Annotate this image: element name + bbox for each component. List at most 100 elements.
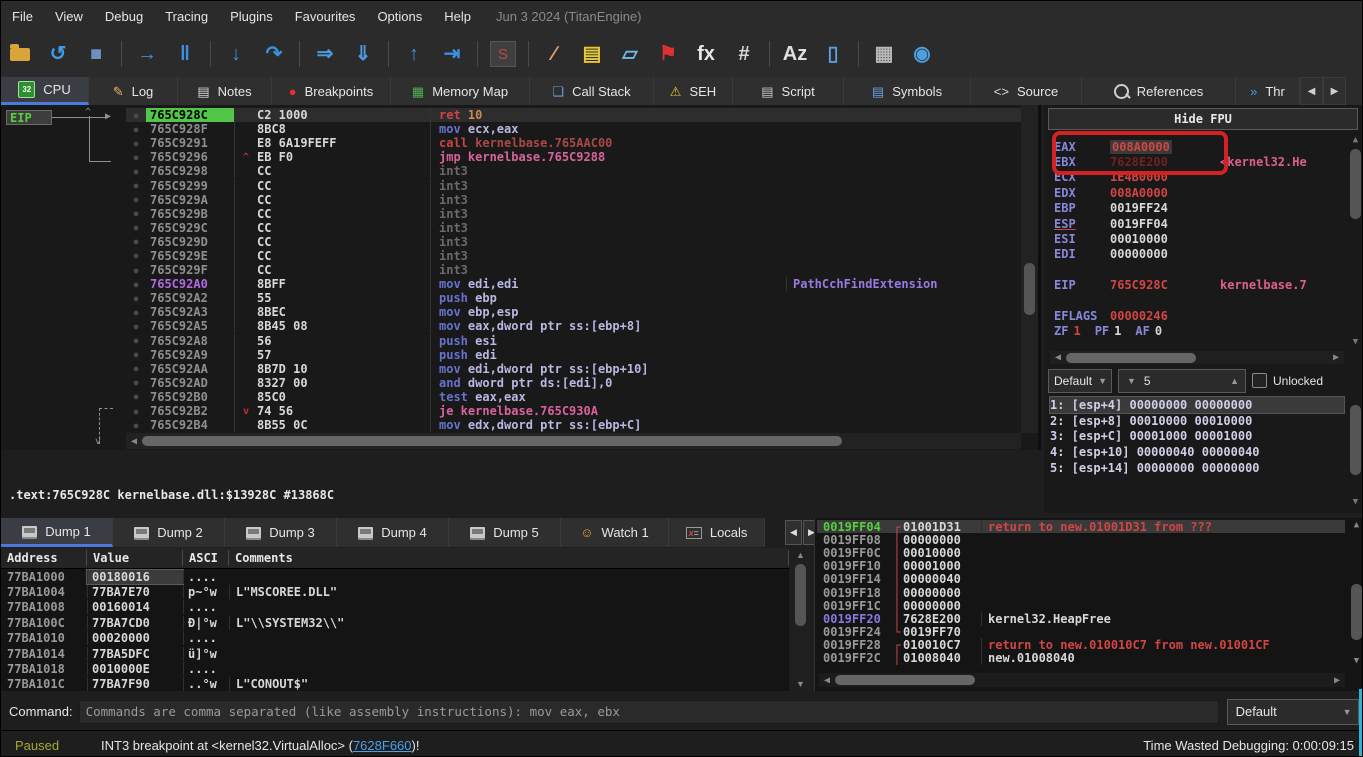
breakpoint-dot-icon[interactable]: ● bbox=[126, 209, 146, 218]
open-file-button[interactable] bbox=[3, 37, 37, 71]
disasm-row[interactable]: ●765C929ECCint3 bbox=[126, 249, 1023, 263]
stack-row[interactable]: 0019FF04┌01001D31return to new.01001D31 … bbox=[817, 520, 1345, 533]
breakpoint-dot-icon[interactable]: ● bbox=[126, 336, 146, 345]
run-button[interactable]: → bbox=[130, 37, 164, 71]
scroll-left-icon[interactable]: ◀ bbox=[126, 436, 142, 447]
script-toggle-button[interactable]: S bbox=[486, 37, 520, 71]
scroll-thumb[interactable] bbox=[1024, 263, 1035, 315]
breakpoint-dot-icon[interactable]: ● bbox=[126, 181, 146, 190]
patch-button[interactable]: ∕ bbox=[537, 37, 571, 71]
stack-row[interactable]: 0019FF24└0019FF70 bbox=[817, 626, 1345, 639]
arg-count-spinner[interactable]: ▼ 5 ▲ bbox=[1118, 369, 1246, 393]
spinner-down-icon[interactable]: ▼ bbox=[1119, 376, 1144, 386]
disasm-row[interactable]: ●765C9296^EB F0jmp kernelbase.765C9288 bbox=[126, 150, 1023, 164]
disasm-row[interactable]: ●765C928CC2 1000ret 10 bbox=[126, 108, 1023, 122]
breakpoint-dot-icon[interactable]: ● bbox=[126, 266, 146, 275]
hash-button[interactable]: # bbox=[727, 37, 761, 71]
tab-thr[interactable]: »Thr bbox=[1236, 77, 1300, 105]
breakpoint-dot-icon[interactable]: ● bbox=[126, 364, 146, 373]
stack-row[interactable]: 0019FF1C│00000000 bbox=[817, 599, 1345, 612]
tab-dump-5[interactable]: Dump 5 bbox=[449, 518, 561, 547]
disasm-row[interactable]: ●765C92B2v74 56je kernelbase.765C930A bbox=[126, 404, 1023, 418]
dump-row[interactable]: 77BA101000020000.... bbox=[1, 631, 789, 646]
menu-tracing[interactable]: Tracing bbox=[154, 9, 219, 24]
stack-row[interactable]: 0019FF0C│00010000 bbox=[817, 546, 1345, 559]
menu-options[interactable]: Options bbox=[366, 9, 433, 24]
disasm-row[interactable]: ●765C92A58B45 08mov eax,dword ptr ss:[eb… bbox=[126, 319, 1023, 333]
scroll-thumb[interactable] bbox=[795, 564, 806, 626]
disasm-row[interactable]: ●765C92A856push esi bbox=[126, 334, 1023, 348]
disasm-row[interactable]: ●765C929ACCint3 bbox=[126, 193, 1023, 207]
command-profile-dropdown[interactable]: Default ▼ bbox=[1227, 699, 1359, 725]
registers-vscrollbar[interactable]: ▲ ▼ bbox=[1349, 135, 1362, 347]
dump-row[interactable]: 77BA101C77BA7F90..°wL"CONOUT$" bbox=[1, 677, 789, 691]
tabs-scroll-right[interactable]: ▶ bbox=[1323, 77, 1346, 105]
tab-breakpoints[interactable]: ●Breakpoints bbox=[272, 77, 391, 105]
scroll-right-icon[interactable]: ▶ bbox=[1329, 675, 1345, 686]
breakpoint-dot-icon[interactable]: ● bbox=[126, 308, 146, 317]
hide-fpu-button[interactable]: Hide FPU bbox=[1048, 108, 1358, 130]
dump-row[interactable]: 77BA100C77BA7CD0Đ|°wL"\\SYSTEM32\\" bbox=[1, 615, 789, 630]
breakpoint-dot-icon[interactable]: ● bbox=[126, 125, 146, 134]
tab-notes[interactable]: ▤Notes bbox=[178, 77, 272, 105]
run-to-user-code-button[interactable]: ⇥ bbox=[435, 37, 469, 71]
argument-row[interactable]: 3: [esp+C] 00001000 00001000 bbox=[1050, 429, 1344, 445]
breakpoint-dot-icon[interactable]: ● bbox=[126, 111, 146, 120]
disasm-row[interactable]: ●765C92A08BFFmov edi,ediPathCchFindExten… bbox=[126, 277, 1023, 291]
calculator-button[interactable]: ▦ bbox=[867, 37, 901, 71]
stack-row[interactable]: 0019FF2C│01008040new.01008040 bbox=[817, 652, 1345, 665]
register-row-edx[interactable]: EDX008A0000 bbox=[1054, 185, 1344, 200]
breakpoint-dot-icon[interactable]: ● bbox=[126, 251, 146, 260]
stack-panel[interactable]: 0019FF04┌01001D31return to new.01001D31 … bbox=[814, 518, 1363, 691]
scroll-down-icon[interactable]: ▼ bbox=[1349, 497, 1362, 507]
argument-row[interactable]: 1: [esp+4] 00000000 00000000 bbox=[1050, 397, 1344, 413]
dump-row[interactable]: 77BA100800160014.... bbox=[1, 600, 789, 615]
tab-symbols[interactable]: ▤Symbols bbox=[844, 77, 971, 105]
scroll-thumb[interactable] bbox=[1351, 584, 1362, 640]
stack-row[interactable]: 0019FF28┌010010C7return to new.010010C7 … bbox=[817, 639, 1345, 652]
arguments-vscrollbar[interactable]: ▼ bbox=[1349, 397, 1362, 507]
disasm-row[interactable]: ●765C9299CCint3 bbox=[126, 178, 1023, 192]
flag-af[interactable]: AF0 bbox=[1135, 324, 1162, 338]
disasm-row[interactable]: ●765C9291E8 6A19FEFFcall kernelbase.765A… bbox=[126, 136, 1023, 150]
argument-row[interactable]: 2: [esp+8] 00010000 00010000 bbox=[1050, 413, 1344, 429]
menu-view[interactable]: View bbox=[44, 9, 94, 24]
execute-till-return-button[interactable]: ↑ bbox=[397, 37, 431, 71]
breakpoint-address-link[interactable]: 7628F660 bbox=[353, 738, 412, 753]
step-over-button[interactable]: ↷ bbox=[257, 37, 291, 71]
menu-plugins[interactable]: Plugins bbox=[219, 9, 284, 24]
scroll-up-icon[interactable]: ▲ bbox=[1349, 520, 1363, 530]
breakpoint-dot-icon[interactable]: ● bbox=[126, 167, 146, 176]
scroll-down-icon[interactable]: ▼ bbox=[790, 679, 811, 689]
dump-panel[interactable]: AddressValueASCIComments 77BA10000018001… bbox=[1, 548, 789, 691]
dump-row[interactable]: 77BA10180010000E.... bbox=[1, 661, 789, 676]
disasm-row[interactable]: ●765C92A255push ebp bbox=[126, 291, 1023, 305]
breakpoint-dot-icon[interactable]: ● bbox=[126, 153, 146, 162]
dump-col-header-value[interactable]: Value bbox=[87, 550, 183, 566]
menu-debug[interactable]: Debug bbox=[94, 9, 154, 24]
register-row-ebp[interactable]: EBP0019FF24 bbox=[1054, 201, 1344, 216]
stack-row[interactable]: 0019FF20│7628E200kernel32.HeapFree bbox=[817, 612, 1345, 625]
tab-references[interactable]: References bbox=[1082, 77, 1236, 105]
scroll-up-icon[interactable]: ▲ bbox=[1349, 135, 1362, 145]
disasm-row[interactable]: ●765C929BCCint3 bbox=[126, 207, 1023, 221]
label-button[interactable]: ▱ bbox=[613, 37, 647, 71]
stack-hscrollbar[interactable]: ◀ ▶ bbox=[819, 673, 1345, 687]
register-row-esi[interactable]: ESI00010000 bbox=[1054, 231, 1344, 246]
disasm-row[interactable]: ●765C92AD8327 00and dword ptr ds:[edi],0 bbox=[126, 376, 1023, 390]
internet-button[interactable]: ◉ bbox=[905, 37, 939, 71]
scroll-thumb[interactable] bbox=[142, 436, 842, 446]
flag-pf[interactable]: PF1 bbox=[1095, 324, 1122, 338]
pause-button[interactable]: ‖ bbox=[168, 37, 202, 71]
disasm-row[interactable]: ●765C92A957push edi bbox=[126, 348, 1023, 362]
breakpoint-dot-icon[interactable]: ● bbox=[126, 407, 146, 416]
argument-row[interactable]: 4: [esp+10] 00000040 00000040 bbox=[1050, 444, 1344, 460]
register-row-eflags[interactable]: EFLAGS00000246 bbox=[1054, 308, 1344, 323]
scroll-left-icon[interactable]: ◀ bbox=[819, 675, 835, 686]
memory-trace-button[interactable]: ▯ bbox=[816, 37, 850, 71]
disasm-row[interactable]: ●765C9298CCint3 bbox=[126, 164, 1023, 178]
breakpoint-dot-icon[interactable]: ● bbox=[126, 322, 146, 331]
argument-row[interactable]: 5: [esp+14] 00000000 00000000 bbox=[1050, 460, 1344, 476]
scroll-thumb[interactable] bbox=[1350, 149, 1361, 219]
scroll-down-icon[interactable]: ▼ bbox=[1349, 656, 1363, 666]
